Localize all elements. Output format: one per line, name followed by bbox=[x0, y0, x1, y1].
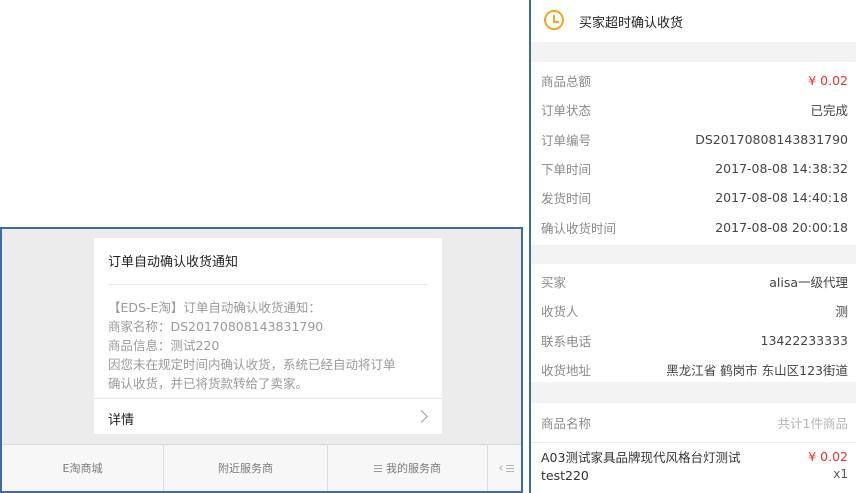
row-label: 收货地址 bbox=[541, 363, 592, 379]
order-header: 买家超时确认收货 bbox=[531, 0, 856, 42]
order-info-section: 商品总额 ¥ 0.02 订单状态 已完成 订单编号 DS201708081438… bbox=[531, 62, 856, 245]
menu-item-label: 我的服务商 bbox=[386, 462, 441, 475]
product-section: 商品名称 共计1件商品 A03测试家具品牌现代风格台灯测试test220 ¥ 0… bbox=[531, 403, 856, 493]
row-value: alisa一级代理 bbox=[769, 275, 848, 291]
buyer-info-row: 收货人 测 bbox=[531, 296, 856, 325]
buyer-info-row: 买家 alisa一级代理 bbox=[531, 267, 856, 296]
detail-label: 详情 bbox=[108, 413, 135, 428]
order-info-row: 发货时间 2017-08-08 14:40:18 bbox=[531, 183, 856, 212]
notification-line: 商品信息：测试220 bbox=[108, 338, 220, 353]
row-value: 已完成 bbox=[810, 103, 848, 119]
order-info-row: 下单时间 2017-08-08 14:38:32 bbox=[531, 154, 856, 183]
chevron-right-icon bbox=[415, 410, 428, 423]
notification-line: 因您未在规定时间内确认收货，系统已经自动将订单 bbox=[108, 357, 396, 372]
detail-link[interactable]: 详情 bbox=[94, 398, 442, 434]
row-value: 2017-08-08 20:00:18 bbox=[715, 219, 848, 235]
chat-window: 订单自动确认收货通知 【EDS-E淘】订单自动确认收货通知： 商家名称：DS20… bbox=[0, 227, 523, 493]
buyer-info-row: 收货地址 黑龙江省 鹤岗市 东山区123街道 bbox=[531, 355, 856, 384]
notification-line: 确认收货，并已将货款转给了卖家。 bbox=[108, 376, 309, 391]
row-value: DS20170808143831790 bbox=[695, 131, 848, 147]
row-label: 下单时间 bbox=[541, 162, 592, 178]
clock-icon bbox=[544, 10, 564, 30]
row-label: 订单编号 bbox=[541, 132, 592, 148]
row-label: 发货时间 bbox=[541, 191, 592, 207]
order-info-row: 确认收货时间 2017-08-08 20:00:18 bbox=[531, 212, 856, 241]
product-quantity: x1 bbox=[833, 467, 848, 481]
row-label: 订单状态 bbox=[541, 103, 592, 119]
submenu-icon bbox=[374, 464, 382, 472]
row-label: 联系电话 bbox=[541, 333, 592, 349]
notification-line: 【EDS-E淘】订单自动确认收货通知： bbox=[108, 300, 321, 315]
row-value: 黑龙江省 鹤岗市 东山区123街道 bbox=[666, 363, 848, 379]
notification-line: 商家名称：DS20170808143831790 bbox=[108, 319, 324, 334]
row-value: 测 bbox=[835, 304, 848, 320]
row-value: 2017-08-08 14:38:32 bbox=[715, 161, 848, 177]
product-header-label: 商品名称 bbox=[541, 416, 592, 431]
row-label: 买家 bbox=[541, 275, 567, 291]
bottom-menu-bar: E淘商城 附近服务商 我的服务商 bbox=[2, 444, 521, 491]
notification-card: 订单自动确认收货通知 【EDS-E淘】订单自动确认收货通知： 商家名称：DS20… bbox=[94, 238, 442, 434]
card-divider bbox=[108, 284, 428, 285]
order-info-row: 订单编号 DS20170808143831790 bbox=[531, 125, 856, 154]
keyboard-switch-icon bbox=[498, 464, 514, 473]
menu-item-my-providers[interactable]: 我的服务商 bbox=[328, 445, 488, 491]
order-status-title: 买家超时确认收货 bbox=[579, 16, 684, 31]
product-price: ¥ 0.02 bbox=[808, 449, 848, 464]
buyer-info-section: 买家 alisa一级代理 收货人 测 联系电话 13422233333 收货地址… bbox=[531, 264, 856, 382]
row-label: 商品总额 bbox=[541, 74, 592, 90]
menu-item-nearby-providers[interactable]: 附近服务商 bbox=[164, 445, 328, 491]
phone-value[interactable]: 13422233333 bbox=[761, 333, 848, 348]
menu-item-etao-mall[interactable]: E淘商城 bbox=[2, 445, 164, 491]
order-info-row: 商品总额 ¥ 0.02 bbox=[531, 66, 856, 95]
notification-body: 【EDS-E淘】订单自动确认收货通知： 商家名称：DS2017080814383… bbox=[108, 298, 433, 393]
product-item[interactable]: A03测试家具品牌现代风格台灯测试test220 ¥ 0.02 x1 bbox=[531, 443, 856, 491]
order-detail-panel: 买家超时确认收货 商品总额 ¥ 0.02 订单状态 已完成 订单编号 DS201… bbox=[529, 0, 856, 493]
product-name: A03测试家具品牌现代风格台灯测试test220 bbox=[541, 450, 741, 483]
order-info-row: 订单状态 已完成 bbox=[531, 95, 856, 124]
keyboard-switch-button[interactable] bbox=[488, 445, 521, 491]
menu-item-label: 附近服务商 bbox=[218, 462, 273, 475]
menu-item-label: E淘商城 bbox=[62, 462, 103, 475]
notification-title: 订单自动确认收货通知 bbox=[108, 255, 239, 270]
product-count: 共计1件商品 bbox=[777, 416, 848, 431]
product-header: 商品名称 共计1件商品 bbox=[531, 403, 856, 443]
buyer-info-row: 联系电话 13422233333 bbox=[531, 326, 856, 355]
row-value: 2017-08-08 14:40:18 bbox=[715, 190, 848, 206]
row-label: 确认收货时间 bbox=[541, 220, 617, 236]
row-label: 收货人 bbox=[541, 304, 579, 320]
row-value: ¥ 0.02 bbox=[808, 73, 848, 89]
